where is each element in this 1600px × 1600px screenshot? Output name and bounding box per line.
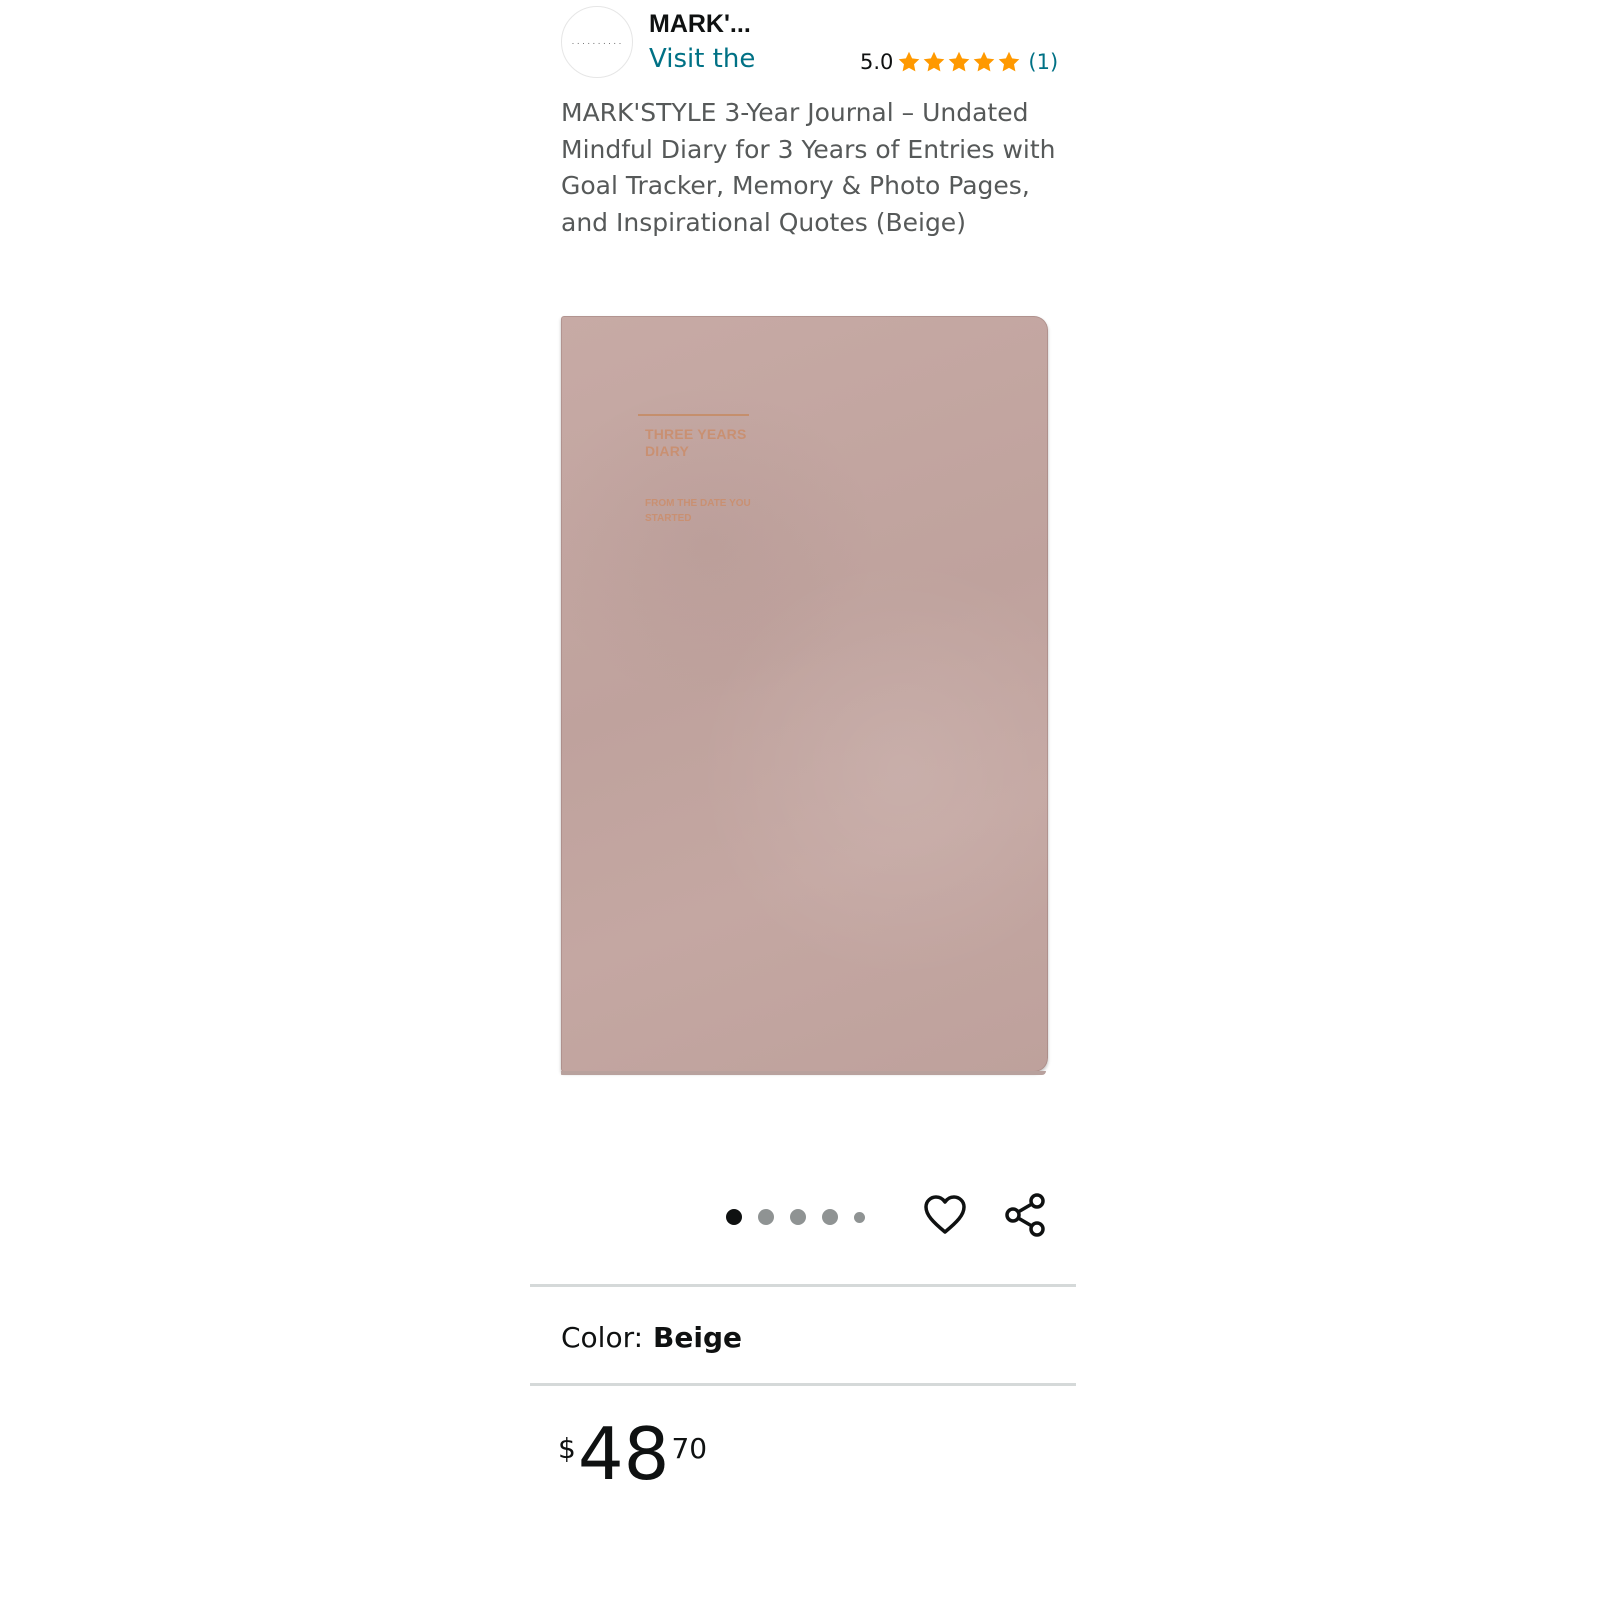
star-icon [972,50,996,74]
share-button[interactable] [1003,1192,1047,1238]
rating-value: 5.0 [860,50,894,74]
price-whole: 48 [577,1412,670,1496]
star-icon [997,50,1021,74]
carousel-dot[interactable] [726,1209,742,1225]
cover-subtitle: FROM THE DATE YOU STARTED [645,498,751,524]
section-divider [530,1284,1076,1287]
carousel-dot[interactable] [758,1209,774,1225]
color-label: Color: [561,1321,644,1354]
cover-title: THREE YEARS DIARY [645,426,747,459]
carousel-dot[interactable] [790,1209,806,1225]
carousel-dot[interactable] [854,1211,865,1223]
cover-rule [638,414,749,416]
image-carousel-dots [726,1209,881,1225]
section-divider [530,1383,1076,1386]
product-title: MARK'STYLE 3-Year Journal – Undated Mind… [561,98,1056,237]
brand-name[interactable]: MARK'... [649,10,751,39]
wishlist-button[interactable] [923,1194,967,1236]
color-variation-row[interactable]: Color: Beige [561,1321,742,1354]
color-value: Beige [653,1321,743,1354]
journal-edge [561,1071,1046,1075]
price-fraction: 70 [671,1432,708,1465]
journal-cover: THREE YEARS DIARY FROM THE DATE YOU STAR… [561,316,1048,1072]
share-icon [1005,1193,1045,1237]
product-image[interactable]: THREE YEARS DIARY FROM THE DATE YOU STAR… [561,316,1048,1075]
carousel-dot[interactable] [822,1209,838,1225]
rating-count-link[interactable]: (1) [1028,50,1058,74]
brand-logo-text: .......... [570,38,624,46]
heart-outline-icon [924,1195,966,1234]
price-symbol: $ [558,1432,576,1465]
brand-logo[interactable]: .......... [561,6,633,78]
star-rating [897,50,1022,74]
star-icon [922,50,946,74]
visit-store-link[interactable]: Visit the [649,44,755,74]
star-icon [947,50,971,74]
rating-summary[interactable]: 5.0 (1) [860,50,1058,74]
star-icon [897,50,921,74]
price: $4870 [558,1418,707,1490]
